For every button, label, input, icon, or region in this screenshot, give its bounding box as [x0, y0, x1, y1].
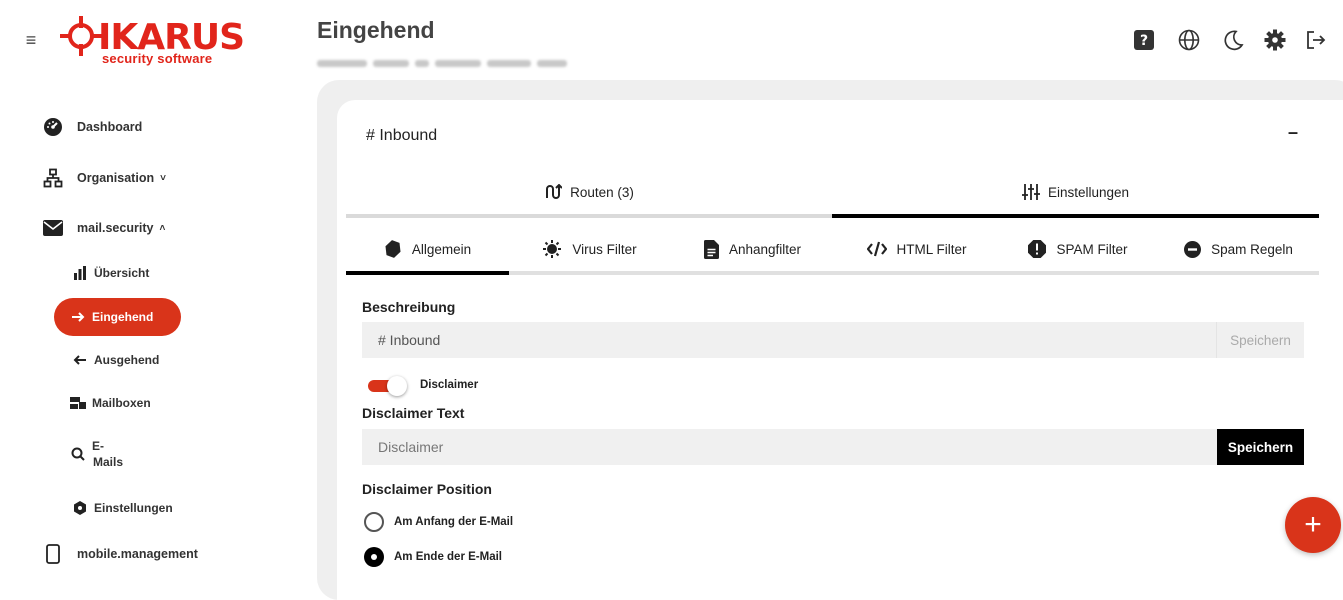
logout-icon[interactable]	[1303, 27, 1329, 53]
disclaimer-toggle[interactable]	[367, 376, 407, 396]
sidebar-subitem-label: Eingehend	[92, 310, 154, 324]
sidebar-item-mail-security[interactable]: mail.security ˄	[43, 218, 165, 238]
radio-label-end: Am Ende der E-Mail	[394, 551, 502, 563]
tab-label: Anhangfilter	[728, 241, 802, 257]
tab-html-filter[interactable]: HTML Filter	[835, 227, 998, 275]
collapse-button[interactable]: –	[1283, 122, 1303, 146]
radio-position-end[interactable]	[364, 547, 384, 567]
chevron-down-icon: ˅	[160, 172, 166, 184]
arrow-right-icon	[70, 309, 86, 325]
diamond-icon	[384, 240, 402, 258]
tab-label: Routen (3)	[570, 184, 634, 200]
tab-spam-regeln[interactable]: Spam Regeln	[1158, 227, 1319, 275]
sidebar-subitem-label: Mailboxen	[92, 396, 151, 410]
sidebar-subitem-emails[interactable]: E- Mails	[70, 438, 123, 470]
sitemap-icon	[43, 168, 63, 188]
sidebar-subitem-uebersicht[interactable]: Übersicht	[72, 265, 149, 281]
hamburger-menu-icon[interactable]: ≡	[22, 30, 40, 50]
sidebar-subitem-ausgehend[interactable]: Ausgehend	[72, 352, 159, 368]
save-disclaimer-button[interactable]: Speichern	[1217, 429, 1304, 465]
tab-virus-filter[interactable]: Virus Filter	[509, 227, 670, 275]
chevron-up-icon: ˄	[159, 222, 166, 234]
globe-icon[interactable]	[1176, 27, 1202, 53]
mailboxes-icon	[70, 395, 86, 411]
sidebar-subitem-label: Einstellungen	[94, 501, 173, 515]
description-label: Beschreibung	[362, 299, 456, 315]
sidebar-subitem-mailboxen[interactable]: Mailboxen	[70, 395, 151, 411]
sidebar-item-mobile-management[interactable]: mobile.management	[43, 544, 198, 564]
description-input[interactable]	[362, 322, 1216, 358]
add-fab-button[interactable]: +	[1285, 497, 1341, 553]
code-icon	[866, 241, 887, 257]
tab-einstellungen[interactable]: Einstellungen	[832, 170, 1319, 218]
file-icon	[703, 239, 719, 259]
sidebar-item-label: Organisation	[77, 171, 155, 185]
save-description-button[interactable]: Speichern	[1216, 322, 1304, 358]
virus-icon	[542, 239, 562, 259]
minus-circle-icon	[1184, 240, 1202, 258]
envelope-icon	[43, 218, 63, 238]
gear-icon[interactable]	[1262, 27, 1288, 53]
tab-label: Allgemein	[411, 241, 472, 257]
dashboard-gauge-icon	[43, 117, 63, 137]
sidebar-subitem-eingehend[interactable]: Eingehend	[54, 298, 181, 336]
disclaimer-toggle-label: Disclaimer	[420, 379, 479, 391]
sidebar-subitem-label: Ausgehend	[94, 353, 160, 367]
tab-spam-filter[interactable]: SPAM Filter	[998, 227, 1158, 275]
tab-label: SPAM Filter	[1056, 241, 1128, 257]
sidebar-item-label: mail.security	[77, 221, 154, 235]
ikarus-logo[interactable]: IKARUS security software	[60, 14, 260, 72]
sidebar-subitem-label: E-	[92, 439, 104, 453]
tab-routen[interactable]: Routen (3)	[346, 170, 832, 218]
logo-tagline: security software	[102, 51, 213, 66]
mobile-icon	[43, 544, 63, 564]
disclaimer-text-input[interactable]	[362, 429, 1217, 465]
search-icon	[70, 446, 86, 462]
sidebar-subitem-label: Mails	[93, 455, 124, 469]
bar-chart-icon	[72, 265, 88, 281]
help-icon[interactable]: ?	[1131, 27, 1157, 53]
page-title: Eingehend	[317, 17, 435, 43]
sidebar-subitem-label: Übersicht	[94, 266, 150, 280]
svg-text:?: ?	[1140, 33, 1148, 49]
crosshair-logo-icon	[60, 16, 102, 56]
sidebar-item-organisation[interactable]: Organisation ˅	[43, 168, 166, 188]
card-title: # Inbound	[366, 127, 438, 144]
settings-hex-icon	[72, 500, 88, 516]
radio-position-start[interactable]	[364, 512, 384, 532]
radio-label-start: Am Anfang der E-Mail	[394, 516, 514, 528]
sliders-icon	[1021, 184, 1040, 200]
spam-octagon-icon	[1028, 240, 1047, 258]
tab-label: Virus Filter	[572, 241, 637, 257]
moon-icon[interactable]	[1220, 27, 1246, 53]
sidebar-item-label: mobile.management	[77, 547, 198, 561]
arrow-left-icon	[72, 352, 88, 368]
tab-anhangfilter[interactable]: Anhangfilter	[670, 227, 835, 275]
sidebar-item-dashboard[interactable]: Dashboard	[43, 117, 142, 137]
tab-label: HTML Filter	[896, 241, 967, 257]
sidebar-item-label: Dashboard	[77, 120, 143, 134]
disclaimer-position-label: Disclaimer Position	[362, 481, 492, 497]
disclaimer-text-label: Disclaimer Text	[362, 405, 465, 421]
tab-label: Spam Regeln	[1211, 241, 1293, 257]
sidebar-subitem-einstellungen[interactable]: Einstellungen	[72, 500, 173, 516]
tab-label: Einstellungen	[1047, 184, 1130, 200]
route-icon	[544, 184, 563, 200]
tab-allgemein[interactable]: Allgemein	[346, 227, 509, 275]
redacted-breadcrumb	[317, 57, 572, 69]
